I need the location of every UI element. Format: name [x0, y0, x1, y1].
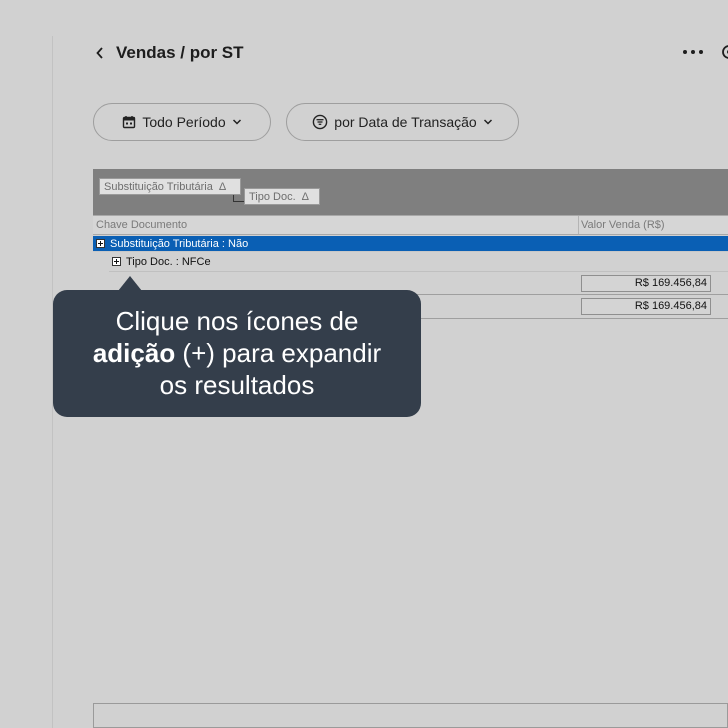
- sort-triangle-icon: Δ: [301, 190, 310, 203]
- more-options-button[interactable]: [681, 42, 705, 62]
- more-horizontal-icon: [683, 50, 703, 54]
- group-row-tipo-doc[interactable]: Tipo Doc. : NFCe: [109, 254, 728, 269]
- sort-triangle-icon: Δ: [218, 180, 227, 193]
- back-button[interactable]: [92, 44, 108, 62]
- period-filter-button[interactable]: Todo Período: [93, 103, 271, 141]
- chevron-down-icon: [483, 119, 492, 125]
- field-chip-label: Substituição Tributária: [104, 180, 213, 193]
- date-mode-filter-button[interactable]: por Data de Transação: [286, 103, 519, 141]
- subtotal-value: R$ 169.456,84: [581, 275, 711, 292]
- page-title: Vendas / por ST: [116, 43, 244, 62]
- date-mode-filter-label: por Data de Transação: [334, 114, 477, 130]
- tooltip-bold-word: adição: [92, 338, 176, 368]
- tooltip-line-3: os resultados: [159, 370, 315, 400]
- column-header-valor[interactable]: Valor Venda (R$): [581, 219, 665, 231]
- period-filter-label: Todo Período: [142, 114, 226, 130]
- expand-plus-icon[interactable]: [96, 239, 105, 248]
- chevron-down-icon: [232, 119, 241, 125]
- row-divider: [93, 251, 728, 252]
- group-row-label: Substituição Tributária : Não: [110, 237, 249, 250]
- field-chip-label: Tipo Doc.: [249, 190, 296, 203]
- group-row-label: Tipo Doc. : NFCe: [126, 255, 211, 268]
- column-header-chave[interactable]: Chave Documento: [96, 219, 187, 231]
- chevron-left-icon: [96, 47, 103, 59]
- grand-total-value: R$ 169.456,84: [581, 298, 711, 315]
- bottom-panel: [93, 703, 728, 728]
- tooltip-line-2-rest: (+) para expandir: [175, 338, 382, 368]
- help-tooltip: Clique nos ícones de adição (+) para exp…: [53, 290, 421, 417]
- settings-icon[interactable]: [720, 43, 728, 61]
- tooltip-line-1: Clique nos ícones de: [115, 306, 359, 336]
- group-row-substituicao[interactable]: Substituição Tributária : Não: [93, 236, 728, 251]
- tooltip-line-2: adição (+) para expandir: [53, 337, 421, 369]
- field-chip-substituicao[interactable]: Substituição Tributária Δ: [99, 178, 241, 195]
- column-header-row: Chave Documento Valor Venda (R$): [93, 215, 728, 235]
- expand-plus-icon[interactable]: [112, 257, 121, 266]
- pivot-field-area: Substituição Tributária Δ Tipo Doc. Δ: [93, 169, 728, 215]
- field-chip-tipo-doc[interactable]: Tipo Doc. Δ: [244, 188, 320, 205]
- column-separator: [578, 216, 579, 234]
- tooltip-arrow: [118, 276, 142, 291]
- calendar-icon: [123, 116, 136, 129]
- filter-lines-icon: [312, 114, 328, 130]
